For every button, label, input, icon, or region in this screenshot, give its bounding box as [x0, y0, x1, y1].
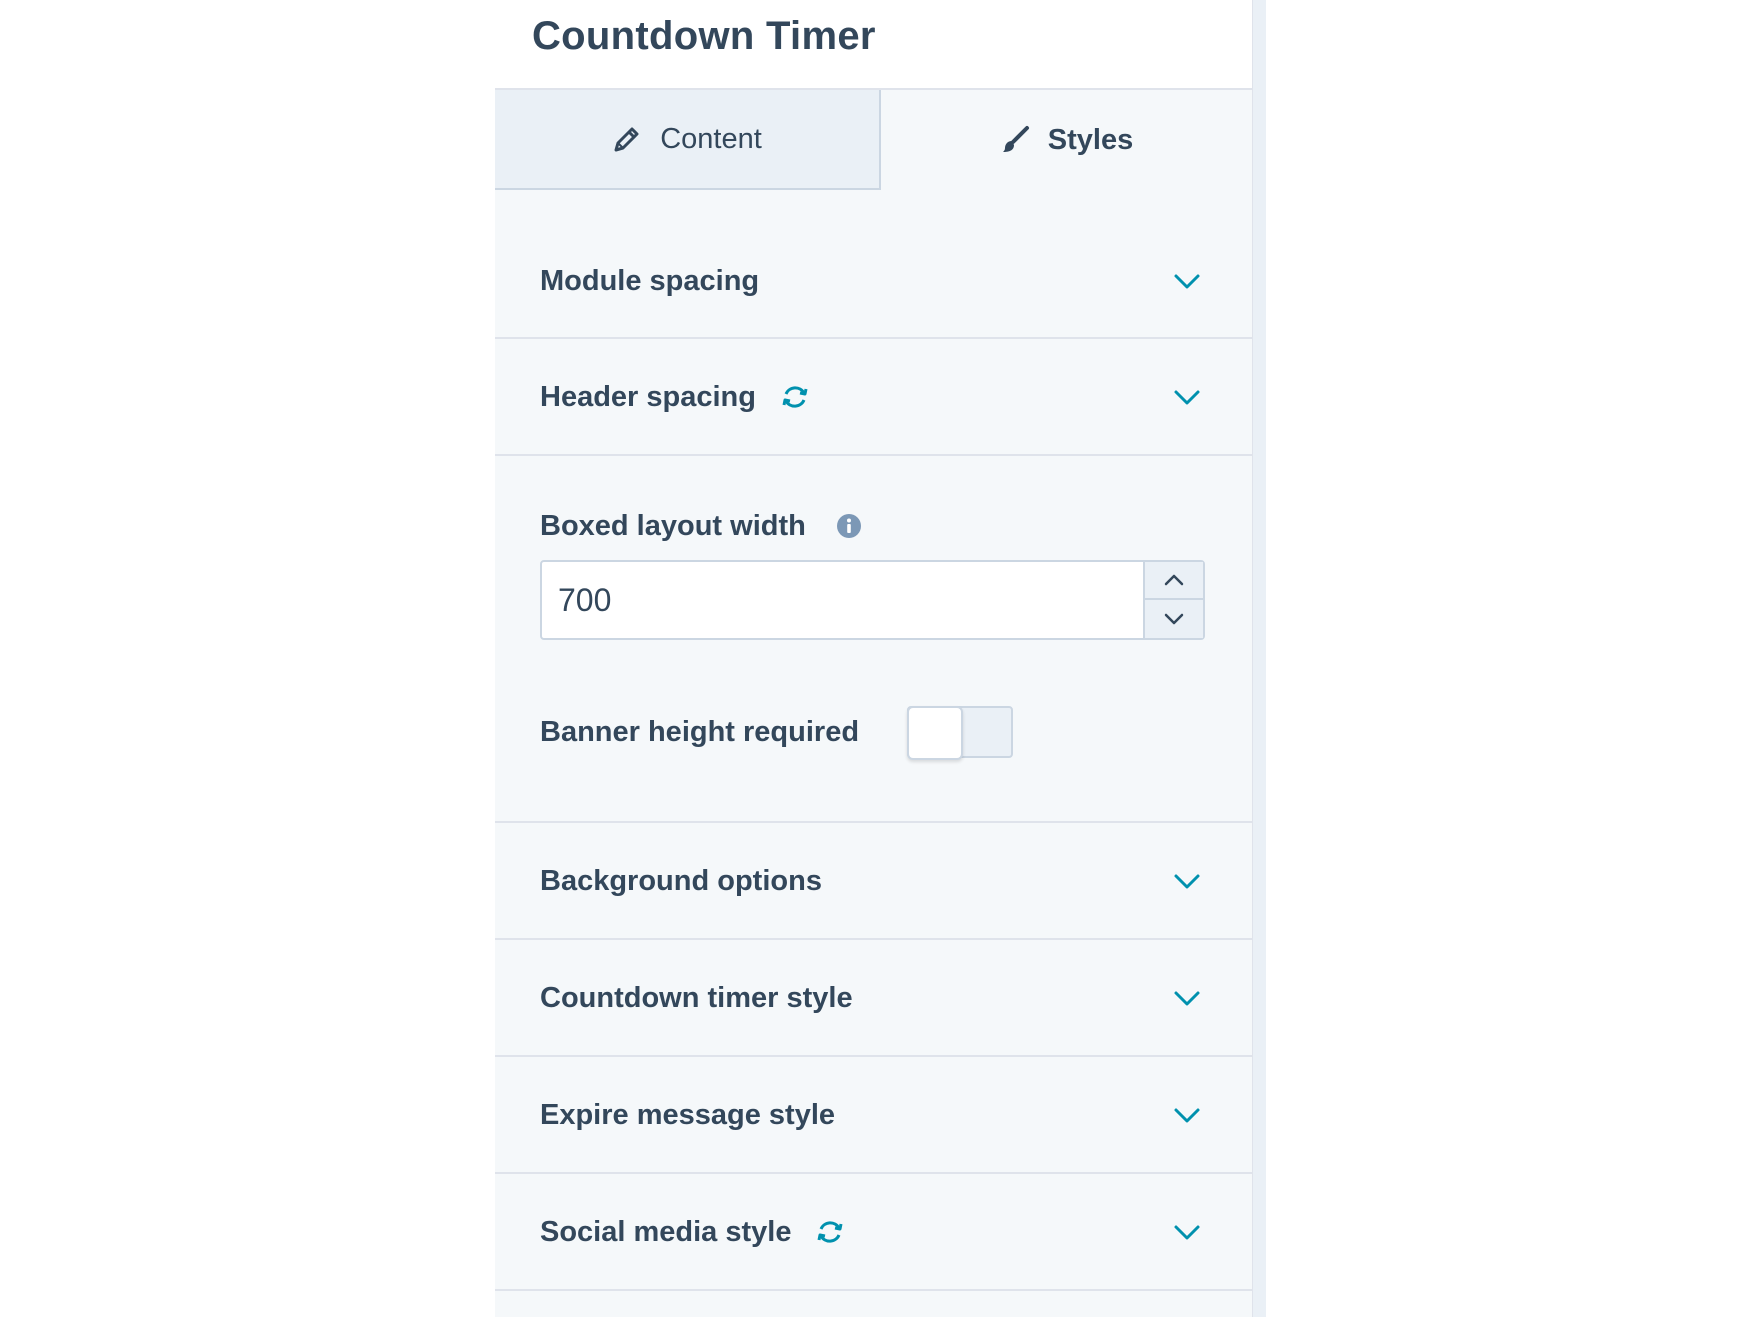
- section-label: Social media style: [540, 1214, 845, 1250]
- chevron-down-icon: [1172, 1217, 1202, 1247]
- sync-icon[interactable]: [780, 382, 810, 412]
- banner-height-label: Banner height required: [540, 715, 860, 748]
- chevron-down-icon: [1172, 866, 1202, 896]
- chevron-down-icon: [1164, 613, 1184, 625]
- section-expire-message-style[interactable]: Expire message style: [495, 1057, 1252, 1174]
- toggle-knob: [907, 706, 963, 760]
- info-icon[interactable]: [836, 513, 862, 539]
- section-label: Countdown timer style: [540, 981, 853, 1014]
- panel-scrollbar-rail[interactable]: [1252, 0, 1266, 1317]
- banner-height-toggle[interactable]: [907, 706, 1013, 760]
- increment-button[interactable]: [1145, 562, 1203, 600]
- tab-content-label: Content: [660, 122, 762, 155]
- tab-content[interactable]: Content: [495, 90, 881, 190]
- boxed-layout-width-value[interactable]: 700: [558, 562, 611, 638]
- section-label: Expire message style: [540, 1098, 836, 1131]
- section-countdown-timer-style[interactable]: Countdown timer style: [495, 940, 1252, 1057]
- section-header-spacing[interactable]: Header spacing: [495, 339, 1252, 456]
- chevron-down-icon: [1172, 266, 1202, 296]
- section-label-text: Header spacing: [540, 380, 756, 413]
- styles-panel: Countdown Timer Content Styles Module sp…: [495, 0, 1252, 1317]
- tab-styles[interactable]: Styles: [881, 90, 1252, 190]
- brush-icon: [1000, 125, 1030, 155]
- boxed-layout-width-label: Boxed layout width: [540, 508, 862, 544]
- decrement-button[interactable]: [1145, 600, 1203, 638]
- number-stepper: [1143, 562, 1203, 638]
- section-label: Background options: [540, 864, 822, 897]
- section-label: Header spacing: [540, 379, 810, 415]
- pencil-icon: [612, 124, 642, 154]
- tab-bar: Content Styles: [495, 90, 1252, 190]
- panel-header: Countdown Timer: [495, 0, 1252, 90]
- sync-icon[interactable]: [815, 1217, 845, 1247]
- section-module-spacing[interactable]: Module spacing: [495, 190, 1252, 339]
- section-background-options[interactable]: Background options: [495, 823, 1252, 940]
- boxed-layout-width-input[interactable]: 700: [540, 560, 1205, 640]
- section-social-media-style[interactable]: Social media style: [495, 1174, 1252, 1291]
- chevron-down-icon: [1172, 983, 1202, 1013]
- section-label-text: Social media style: [540, 1215, 792, 1248]
- tab-styles-label: Styles: [1047, 123, 1134, 156]
- chevron-down-icon: [1172, 1100, 1202, 1130]
- page-title: Countdown Timer: [532, 14, 876, 58]
- chevron-down-icon: [1172, 382, 1202, 412]
- section-label: Module spacing: [540, 264, 760, 297]
- boxed-layout-width-text: Boxed layout width: [540, 509, 806, 542]
- chevron-up-icon: [1164, 574, 1184, 586]
